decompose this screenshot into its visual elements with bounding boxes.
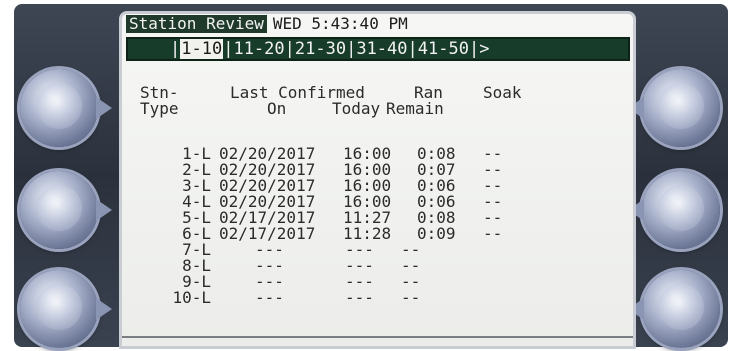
left-soft-button-3[interactable]	[20, 270, 112, 348]
col-remain-header: Remain	[386, 99, 444, 118]
col-today-header: Today	[332, 99, 381, 118]
col-soak-header: Soak	[483, 83, 522, 102]
station-review-table: Stn- Type Last Confirmed On Ran Today Re…	[122, 14, 633, 346]
left-soft-button-2[interactable]	[20, 171, 112, 249]
last-confirmed-time: ---	[345, 288, 374, 307]
right-soft-button-3[interactable]	[628, 270, 720, 348]
ran-remain-value: 0:09	[417, 224, 456, 243]
left-soft-button-1[interactable]	[20, 69, 112, 147]
right-soft-button-2[interactable]	[628, 171, 720, 249]
ran-remain-value: --	[401, 288, 421, 307]
station-id: 10-L	[172, 288, 211, 307]
soak-value: --	[483, 224, 503, 243]
lcd-screen: Station Review WED 5:43:40 PM | 1-10 | 11-2…	[119, 11, 636, 349]
last-confirmed-date: ---	[255, 288, 284, 307]
right-soft-button-1[interactable]	[628, 69, 720, 147]
bottom-divider	[122, 336, 633, 338]
col-last-header-2: On	[267, 99, 287, 118]
col-stn-header-2: Type	[140, 99, 179, 118]
